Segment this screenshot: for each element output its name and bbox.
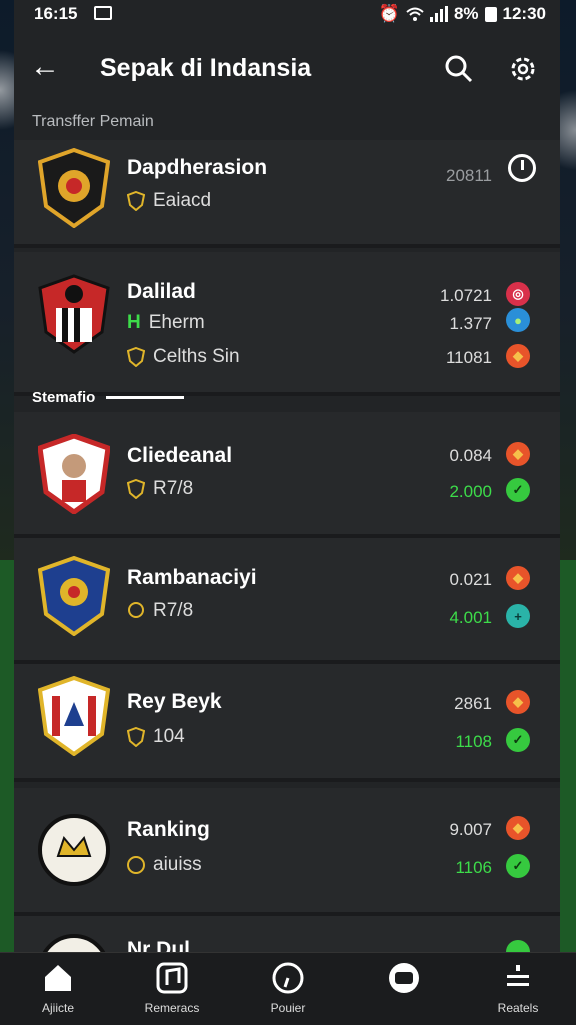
row-value: 1108	[455, 732, 492, 751]
status-clock: 12:30	[502, 4, 546, 23]
list-item[interactable]: Rey Beyk 104 2861 1108 ◆ ✓	[14, 664, 560, 782]
status-badge[interactable]: ◆	[506, 816, 530, 840]
nav-item-home[interactable]: Ajiicte	[8, 961, 108, 1015]
status-time: 16:15	[34, 4, 78, 23]
list-item[interactable]: Rambanaciyi R7/8 0.021 4.001 ◆ +	[14, 538, 560, 664]
row-value: 2861	[454, 694, 492, 713]
page-title: Sepak di Indansia	[100, 54, 312, 82]
club-subtitle: 104	[127, 726, 185, 748]
medal-icon	[127, 856, 145, 874]
signal-icon	[429, 6, 448, 22]
status-badge[interactable]: ◆	[506, 690, 530, 714]
row-value: 11081	[445, 348, 492, 367]
club-name: Rey Beyk	[127, 690, 222, 713]
shield-icon	[127, 479, 145, 499]
list-item[interactable]: Nr Dul	[14, 916, 560, 956]
club-subtitle-text: Eaiacd	[153, 190, 212, 211]
club-subtitle: Celths Sin	[127, 346, 240, 368]
status-badge[interactable]: ●	[506, 308, 530, 332]
club-crest-icon	[38, 148, 110, 228]
medal-icon	[128, 602, 144, 618]
image-notification-icon	[94, 6, 112, 20]
row-value: 2.000	[449, 482, 492, 501]
club-subtitle-text: Celths Sin	[153, 346, 240, 367]
row-value: 0.021	[449, 570, 492, 589]
h-icon: H	[127, 312, 141, 333]
club-subtitle: aiuiss	[127, 854, 202, 876]
search-icon[interactable]	[444, 54, 474, 84]
nav-item-remeracs[interactable]: Remeracs	[122, 961, 222, 1015]
nav-label: Remeracs	[144, 1001, 200, 1015]
row-value: 1.377	[449, 314, 492, 333]
gear-icon[interactable]	[508, 54, 538, 84]
club-subtitle: H Eherm	[127, 312, 205, 334]
section-underline	[106, 396, 184, 399]
status-badge[interactable]: ◆	[506, 566, 530, 590]
check-icon[interactable]: ✓	[506, 854, 530, 878]
club-subtitle-text: 104	[153, 726, 185, 747]
list-item[interactable]: Cliedeanal R7/8 0.084 2.000 ◆ ✓	[14, 412, 560, 538]
app-header: ← Sepak di Indansia	[14, 40, 560, 100]
club-name: Rambanaciyi	[127, 566, 257, 589]
row-value: 1.0721	[440, 286, 492, 305]
club-subtitle-text: R7/8	[153, 600, 194, 621]
row-value: 4.001	[449, 608, 492, 627]
section-title-transfer: Transffer Pemain	[32, 113, 154, 130]
nav-label: Ajiicte	[41, 1001, 74, 1015]
club-name: Dalilad	[127, 280, 196, 303]
list-item[interactable]: Dapdherasion Eaiacd 20811	[14, 140, 560, 248]
back-arrow-icon[interactable]: ←	[30, 50, 60, 84]
row-value: 0.084	[449, 446, 492, 465]
wifi-icon	[406, 7, 424, 21]
home-icon	[45, 965, 71, 991]
shield-icon	[127, 727, 145, 747]
plus-icon[interactable]: +	[506, 604, 530, 628]
list-item[interactable]: Ranking aiuiss 9.007 1106 ◆ ✓	[14, 788, 560, 916]
battery-percent: 8%	[453, 4, 479, 23]
club-subtitle: R7/8	[127, 600, 193, 622]
club-subtitle: R7/8	[127, 478, 193, 500]
club-crest-icon	[38, 676, 110, 756]
nav-item-pouier[interactable]: Pouier	[238, 961, 338, 1015]
clock-icon[interactable]	[508, 154, 536, 182]
shield-icon	[127, 191, 145, 211]
music-icon	[156, 962, 188, 994]
battery-icon	[484, 6, 497, 22]
club-crest-icon	[38, 814, 110, 886]
club-name: Cliedeanal	[127, 444, 233, 467]
shield-icon	[127, 347, 145, 367]
bottom-navigation: Ajiicte Remeracs Pouier Reatels	[0, 952, 576, 1025]
nav-item-reatels[interactable]: Reatels	[468, 961, 568, 1015]
check-icon[interactable]: ✓	[506, 478, 530, 502]
nav-item-tv[interactable]	[354, 961, 454, 1001]
status-badge[interactable]: ◆	[506, 344, 530, 368]
menu-icon	[507, 965, 529, 986]
status-bar: 16:15 ⏰ 8% 12:30	[0, 0, 576, 28]
status-badge[interactable]: ◎	[506, 282, 530, 306]
clock-icon	[272, 962, 304, 994]
player-photo-crest-icon	[38, 434, 110, 514]
row-value: 1106	[455, 858, 492, 877]
row-value: 20811	[445, 166, 492, 185]
club-subtitle-text: R7/8	[153, 478, 194, 499]
club-name: Ranking	[127, 818, 210, 841]
status-badge[interactable]: ◆	[506, 442, 530, 466]
check-icon[interactable]: ✓	[506, 728, 530, 752]
nav-label: Reatels	[497, 1001, 539, 1015]
club-subtitle-text: Eherm	[148, 312, 205, 333]
club-crest-icon	[38, 274, 110, 354]
tv-icon	[389, 963, 419, 993]
row-value: 9.007	[449, 820, 492, 839]
club-crest-icon	[38, 556, 110, 636]
list-item[interactable]: Dalilad H Eherm Celths Sin 1.0721 1.377 …	[14, 252, 560, 396]
club-subtitle: Eaiacd	[127, 190, 211, 212]
club-name: Dapdherasion	[127, 156, 268, 179]
section-title-stematic: Stemafio	[32, 389, 96, 406]
nav-label: Pouier	[270, 1001, 306, 1015]
alarm-icon: ⏰	[378, 4, 400, 23]
club-subtitle-text: aiuiss	[153, 854, 202, 875]
